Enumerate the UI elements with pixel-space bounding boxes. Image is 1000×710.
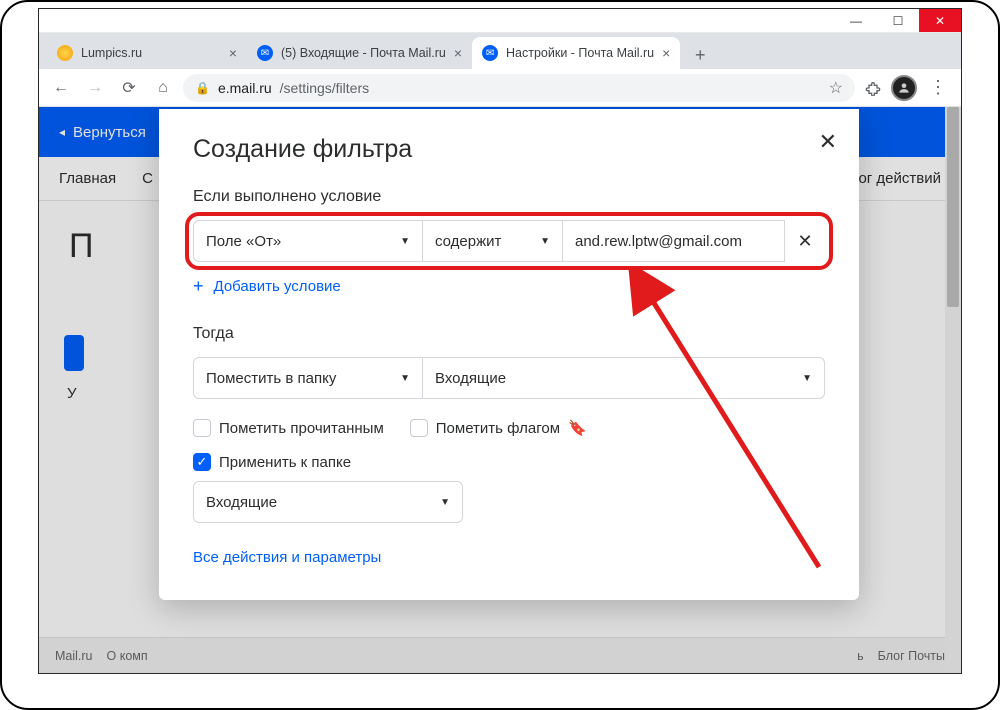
- all-actions-link[interactable]: Все действия и параметры: [193, 549, 825, 566]
- chevron-down-icon: ▼: [540, 236, 550, 247]
- condition-operator-select[interactable]: содержит ▼: [423, 220, 563, 262]
- page-content: ◂ Вернуться Главная С Лог действий П У M…: [39, 107, 961, 673]
- tab-title: Lumpics.ru: [81, 46, 142, 60]
- home-button[interactable]: ⌂: [149, 74, 177, 102]
- select-value: содержит: [435, 233, 501, 250]
- tab-title: Настройки - Почта Mail.ru: [506, 46, 654, 60]
- checkbox-label: Пометить флагом: [436, 420, 560, 437]
- modal-close-button[interactable]: ✕: [819, 129, 837, 155]
- remove-condition-button[interactable]: ✕: [785, 220, 825, 262]
- action-select[interactable]: Поместить в папку ▼: [193, 357, 423, 399]
- checkbox-label: Применить к папке: [219, 454, 351, 471]
- url-path: /settings/filters: [280, 80, 369, 96]
- apply-folder-checkbox[interactable]: ✓ Применить к папке: [193, 453, 825, 471]
- reload-button[interactable]: ⟳: [115, 74, 143, 102]
- chevron-down-icon: ▼: [400, 236, 410, 247]
- condition-value-input[interactable]: and.rew.lptw@gmail.com: [563, 220, 785, 262]
- browser-window: — ☐ ✕ Lumpics.ru × ✉ (5) Входящие - Почт…: [38, 8, 962, 674]
- favicon-mail-icon: ✉: [257, 45, 273, 61]
- favicon-lumpics-icon: [57, 45, 73, 61]
- bookmark-star-icon[interactable]: ☆: [829, 78, 843, 98]
- maximize-button[interactable]: ☐: [877, 9, 919, 32]
- add-condition-button[interactable]: + Добавить условие: [193, 276, 825, 297]
- chevron-down-icon: ▼: [400, 373, 410, 384]
- tab-close-icon[interactable]: ×: [662, 45, 670, 61]
- mark-read-checkbox[interactable]: Пометить прочитанным: [193, 419, 384, 437]
- modal-title: Создание фильтра: [193, 135, 825, 164]
- select-value: Входящие: [435, 370, 506, 387]
- tab-bar: Lumpics.ru × ✉ (5) Входящие - Почта Mail…: [39, 33, 961, 69]
- forward-button[interactable]: →: [81, 74, 109, 102]
- add-condition-label: Добавить условие: [214, 278, 341, 295]
- close-window-button[interactable]: ✕: [919, 9, 961, 32]
- folder-select[interactable]: Входящие ▼: [423, 357, 825, 399]
- url-input[interactable]: 🔒 e.mail.ru/settings/filters ☆: [183, 74, 855, 102]
- checkbox-icon: [193, 419, 211, 437]
- titlebar: — ☐ ✕: [39, 9, 961, 33]
- extensions-icon[interactable]: [861, 80, 885, 96]
- apply-folder-select[interactable]: Входящие ▼: [193, 481, 463, 523]
- flag-icon: 🔖: [568, 419, 587, 437]
- condition-row: Поле «От» ▼ содержит ▼ and.rew.lptw@gmai…: [193, 220, 825, 262]
- action-row: Поместить в папку ▼ Входящие ▼: [193, 357, 825, 399]
- tab-settings[interactable]: ✉ Настройки - Почта Mail.ru ×: [472, 37, 680, 69]
- mark-flag-checkbox[interactable]: Пометить флагом 🔖: [410, 419, 587, 437]
- tab-title: (5) Входящие - Почта Mail.ru: [281, 46, 446, 60]
- tab-inbox[interactable]: ✉ (5) Входящие - Почта Mail.ru ×: [247, 37, 472, 69]
- checkbox-row: Пометить прочитанным Пометить флагом 🔖: [193, 419, 825, 437]
- checkbox-checked-icon: ✓: [193, 453, 211, 471]
- url-domain: e.mail.ru: [218, 80, 272, 96]
- profile-avatar[interactable]: [891, 75, 917, 101]
- address-bar: ← → ⟳ ⌂ 🔒 e.mail.ru/settings/filters ☆ ⋮: [39, 69, 961, 107]
- checkbox-label: Пометить прочитанным: [219, 420, 384, 437]
- favicon-mail-icon: ✉: [482, 45, 498, 61]
- checkbox-icon: [410, 419, 428, 437]
- chevron-down-icon: ▼: [440, 497, 450, 508]
- minimize-button[interactable]: —: [835, 9, 877, 32]
- condition-section-label: Если выполнено условие: [193, 188, 825, 206]
- condition-field-select[interactable]: Поле «От» ▼: [193, 220, 423, 262]
- lock-icon: 🔒: [195, 81, 210, 95]
- tab-close-icon[interactable]: ×: [229, 45, 237, 61]
- new-tab-button[interactable]: +: [686, 41, 714, 69]
- chevron-down-icon: ▼: [802, 373, 812, 384]
- select-value: Поле «От»: [206, 233, 281, 250]
- then-section-label: Тогда: [193, 325, 825, 343]
- back-button[interactable]: ←: [47, 74, 75, 102]
- plus-icon: +: [193, 276, 204, 297]
- select-value: Поместить в папку: [206, 370, 336, 387]
- tab-close-icon[interactable]: ×: [454, 45, 462, 61]
- select-value: Входящие: [206, 494, 277, 511]
- browser-menu-icon[interactable]: ⋮: [923, 77, 953, 98]
- input-value: and.rew.lptw@gmail.com: [575, 233, 742, 250]
- tab-lumpics[interactable]: Lumpics.ru ×: [47, 37, 247, 69]
- filter-modal: ✕ Создание фильтра Если выполнено услови…: [159, 109, 859, 600]
- apply-folder-select-wrap: Входящие ▼: [193, 481, 463, 523]
